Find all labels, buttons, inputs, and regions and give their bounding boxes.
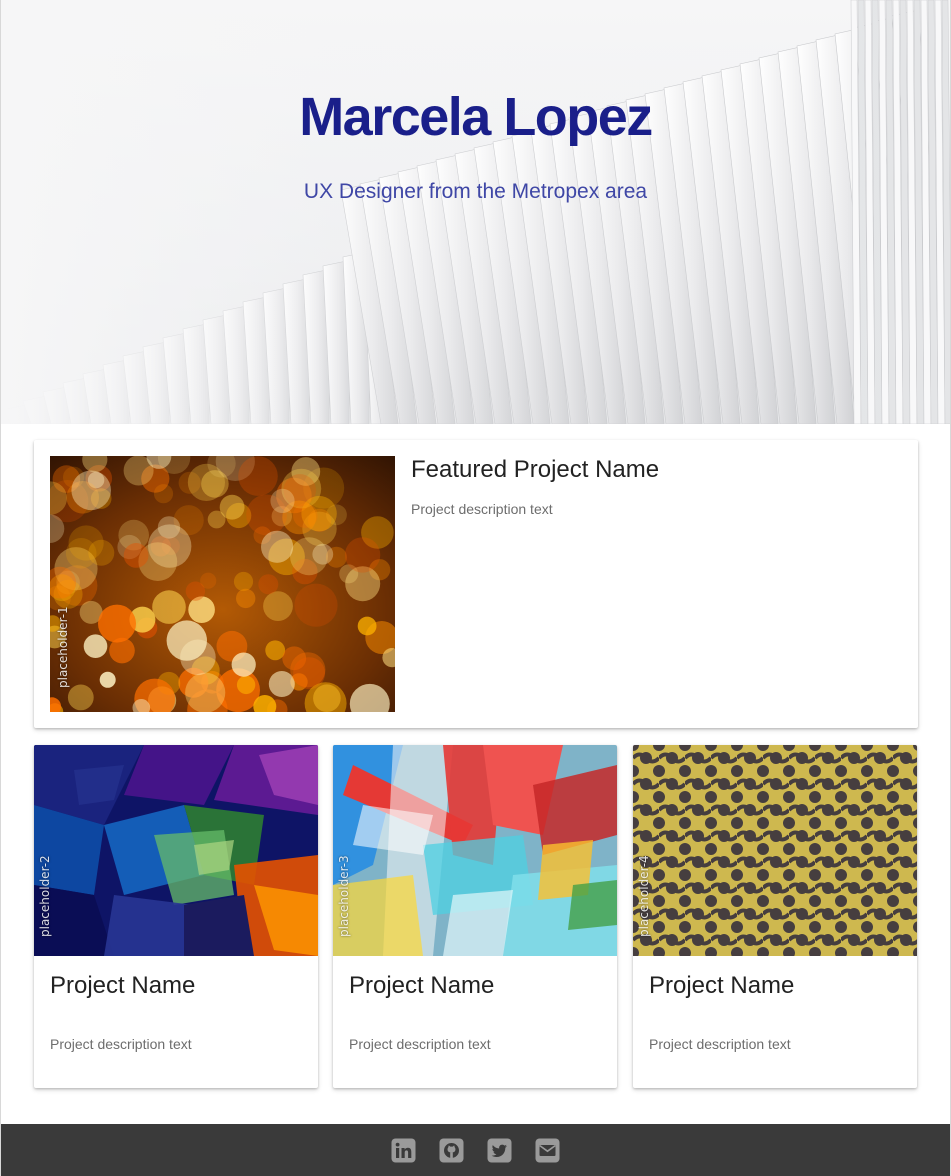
project-description: Project description text bbox=[649, 1036, 791, 1052]
featured-project-card[interactable]: placeholder-1 Featured Project Name Proj… bbox=[34, 440, 918, 728]
placeholder-label: placeholder-2 bbox=[38, 855, 52, 937]
project-description: Project description text bbox=[349, 1036, 491, 1052]
twitter-icon[interactable] bbox=[487, 1138, 512, 1163]
project-image[interactable]: placeholder-3 bbox=[333, 745, 617, 956]
gold-pattern-image bbox=[633, 745, 917, 956]
project-title[interactable]: Project Name bbox=[649, 972, 794, 1000]
featured-project-title[interactable]: Featured Project Name bbox=[411, 456, 659, 484]
project-title[interactable]: Project Name bbox=[50, 972, 195, 1000]
hero-banner: Marcela Lopez UX Designer from the Metro… bbox=[1, 0, 950, 424]
footer bbox=[1, 1124, 950, 1176]
github-icon[interactable] bbox=[439, 1138, 464, 1163]
abstract-polygon-image bbox=[34, 745, 318, 956]
placeholder-label: placeholder-4 bbox=[637, 855, 651, 937]
project-card[interactable]: placeholder-2 Project Name Project descr… bbox=[34, 745, 318, 1088]
project-image[interactable]: placeholder-4 bbox=[633, 745, 917, 956]
hero-subtitle: UX Designer from the Metropex area bbox=[303, 180, 648, 203]
project-card[interactable]: placeholder-3 Project Name Project descr… bbox=[333, 745, 617, 1088]
hero-architecture-image bbox=[1, 0, 950, 424]
hero-title: Marcela Lopez bbox=[299, 87, 653, 147]
project-description: Project description text bbox=[50, 1036, 192, 1052]
linkedin-icon[interactable] bbox=[391, 1138, 416, 1163]
email-icon[interactable] bbox=[535, 1138, 560, 1163]
project-title[interactable]: Project Name bbox=[349, 972, 494, 1000]
placeholder-label: placeholder-1 bbox=[56, 606, 70, 688]
featured-project-image[interactable]: placeholder-1 bbox=[50, 456, 395, 712]
bokeh-image bbox=[50, 456, 395, 712]
placeholder-label: placeholder-3 bbox=[337, 855, 351, 937]
featured-project-description: Project description text bbox=[411, 501, 553, 517]
project-image[interactable]: placeholder-2 bbox=[34, 745, 318, 956]
abstract-paint-image bbox=[333, 745, 617, 956]
project-card[interactable]: placeholder-4 Project Name Project descr… bbox=[633, 745, 917, 1088]
portfolio-page: Marcela Lopez UX Designer from the Metro… bbox=[0, 0, 951, 1176]
